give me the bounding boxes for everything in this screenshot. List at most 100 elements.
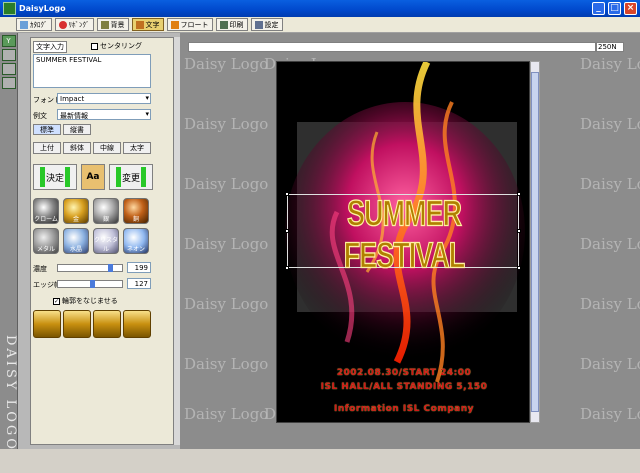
material-crystal[interactable]: クリスタル [93, 228, 119, 254]
printer-icon [219, 20, 228, 29]
tab-label: ﾘﾎﾞﾝｸﾞ [68, 20, 90, 29]
minimize-button[interactable]: _ [592, 2, 605, 15]
blend-outline-label: 輪郭をなじませる [62, 297, 118, 305]
apply-label: 決定 [45, 173, 64, 184]
tab-label: フロート [180, 20, 209, 29]
checkmark-icon[interactable]: ✓ [53, 297, 60, 305]
material-metal[interactable]: メタル [33, 228, 59, 254]
green-bar-icon [65, 167, 70, 187]
left-toolstrip: Y DAISY LOGO [0, 33, 18, 451]
window-title: DaisyLogo [19, 4, 66, 13]
poster-line-date: 2002.08.30/START 24:00 [336, 368, 472, 378]
centering-check-icon[interactable] [91, 42, 98, 50]
material-chrome[interactable]: クローム [33, 198, 59, 224]
material-gold[interactable]: 金 [63, 198, 89, 224]
material-label: 水晶 [69, 246, 82, 253]
vertical-mode-label: 縦書 [70, 125, 84, 134]
vertical-mode-button[interactable]: 縦書 [63, 124, 91, 135]
blend-outline-checkbox[interactable]: ✓ 輪郭をなじませる [53, 296, 118, 306]
tab-catalog[interactable]: ｶﾀﾛｸﾞ [16, 18, 52, 31]
watermark-tile: Daisy Logo [184, 235, 269, 253]
green-bar-icon [115, 167, 121, 187]
close-button[interactable]: × [624, 2, 637, 15]
text-input-field[interactable]: SUMMER FESTIVAL [33, 54, 151, 88]
sample-preview: Aa [81, 164, 105, 190]
tab-background[interactable]: 背景 [96, 18, 129, 31]
tab-settings[interactable]: 設定 [250, 18, 283, 31]
settings-icon [254, 20, 263, 29]
gold-style-3[interactable] [93, 310, 121, 338]
density-slider[interactable] [57, 264, 123, 272]
text-input-label: 文字入力 [33, 41, 67, 53]
watermark-tile: Daisy Logo [184, 55, 269, 73]
poster-canvas[interactable]: SUMMER FESTIVAL 2002.08.30/START 24:00 I… [276, 61, 530, 423]
example-select[interactable]: 最新情報 [57, 109, 151, 120]
change-button[interactable]: 変更 [109, 164, 153, 190]
material-crystal-water[interactable]: 水晶 [63, 228, 89, 254]
density-value[interactable]: 199 [127, 262, 151, 273]
edge-width-slider-knob[interactable] [90, 280, 95, 288]
density-slider-knob[interactable] [108, 264, 113, 272]
tab-label: 印刷 [229, 20, 244, 29]
canvas-vertical-scrollbar[interactable] [530, 61, 540, 423]
bold-button[interactable]: 太字 [123, 142, 151, 154]
tab-float[interactable]: フロート [166, 18, 213, 31]
centering-checkbox[interactable]: センタリング [91, 41, 142, 51]
apply-button[interactable]: 決定 [33, 164, 77, 190]
poster-line-info: Information ISL Company [333, 404, 474, 414]
tool-icon[interactable] [1, 63, 16, 75]
background-icon [100, 20, 109, 29]
heart-icon [58, 20, 67, 29]
watermark-tile: Daisy Logo [580, 115, 640, 133]
standard-mode-button[interactable]: 標準 [33, 124, 61, 135]
zoom-field[interactable]: 250N [596, 42, 624, 52]
material-neon[interactable]: ネオン [123, 228, 149, 254]
text-panel-body: 文字入力 センタリング SUMMER FESTIVAL フォント Impact … [30, 37, 174, 445]
tool-icon[interactable] [1, 77, 16, 89]
text-icon [135, 20, 144, 29]
watermark-tile: Daisy Logo [580, 295, 640, 313]
gold-style-4[interactable] [123, 310, 151, 338]
gold-style-1[interactable] [33, 310, 61, 338]
tab-label: ｶﾀﾛｸﾞ [30, 20, 48, 29]
edge-width-slider[interactable] [57, 280, 123, 288]
tab-ribbon[interactable]: ﾘﾎﾞﾝｸﾞ [54, 18, 94, 31]
horizontal-ruler[interactable] [188, 42, 596, 52]
strikethrough-label: 中線 [100, 144, 114, 152]
app-icon [3, 2, 16, 15]
scroll-thumb[interactable] [531, 72, 539, 412]
superscript-button[interactable]: 上付 [33, 142, 61, 154]
watermark-tile: Daisy Logo [184, 295, 269, 313]
poster-line-venue: ISL HALL/ALL STANDING 5,150 [320, 382, 488, 392]
tool-icon[interactable] [1, 49, 16, 61]
text-panel: 文字入力 センタリング SUMMER FESTIVAL フォント Impact … [18, 33, 180, 449]
float-icon [170, 20, 179, 29]
material-silver[interactable]: 銀 [93, 198, 119, 224]
gold-style-2[interactable] [63, 310, 91, 338]
edge-width-value[interactable]: 127 [127, 278, 151, 289]
font-value: Impact [60, 95, 85, 103]
canvas-area[interactable]: Daisy Logo Daisy Logo Daisy Logo Daisy Logo… [180, 33, 640, 449]
maximize-button[interactable]: □ [608, 2, 621, 15]
sidebar-logo: DAISY LOGO [3, 334, 18, 452]
green-bar-icon [141, 167, 146, 187]
watermark-tile: Daisy Logo [580, 55, 640, 73]
material-label: ネオン [126, 246, 145, 253]
watermark-tile: Daisy Logo [580, 405, 640, 423]
font-select[interactable]: Impact [57, 93, 151, 104]
green-bar-icon [39, 167, 45, 187]
tab-print[interactable]: 印刷 [215, 18, 248, 31]
strikethrough-button[interactable]: 中線 [93, 142, 121, 154]
material-label: クローム [34, 216, 58, 223]
watermark-tile: Daisy Logo [580, 235, 640, 253]
example-label: 例文 [33, 112, 47, 120]
material-label: クリスタル [94, 237, 119, 253]
tab-text[interactable]: 文字 [131, 18, 164, 31]
home-icon[interactable]: Y [1, 35, 16, 47]
italic-button[interactable]: 斜体 [63, 142, 91, 154]
example-value: 最新情報 [60, 112, 88, 120]
material-copper[interactable]: 銅 [123, 198, 149, 224]
catalog-icon [20, 20, 28, 29]
tab-label: 設定 [264, 20, 279, 29]
poster-title[interactable]: SUMMER FESTIVAL [287, 192, 521, 277]
